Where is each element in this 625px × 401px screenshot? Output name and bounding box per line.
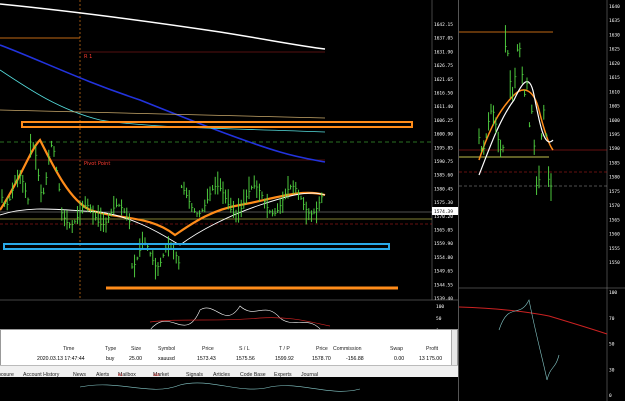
trade-stop-loss: 1575.56 xyxy=(236,356,255,362)
oscillator-red-line xyxy=(149,317,331,327)
trade-open-price: 1573.43 xyxy=(197,356,216,362)
header-current-price[interactable]: Price xyxy=(316,346,328,352)
bottom-oscillator-canvas xyxy=(79,382,361,392)
trade-size: 25.00 xyxy=(129,356,142,362)
right-price-axis-tick-label: 1560 xyxy=(609,232,620,238)
oscillator-axis-tick-label: 100 xyxy=(436,304,444,310)
right-price-axis-tick-label: 1630 xyxy=(609,32,620,38)
price-axis-tick-label: 1642.15 xyxy=(434,22,453,28)
right-price-axis-tick-label: 1590 xyxy=(609,146,620,152)
trade-commission: -156.88 xyxy=(346,356,364,362)
price-axis-tick-label: 1631.90 xyxy=(434,49,453,55)
bottom-oscillator-area xyxy=(0,377,458,401)
right-oscillator-axis-tick-label: 50 xyxy=(609,342,615,348)
trade-time: 2020.03.13 17:47:44 xyxy=(37,356,85,362)
trade-current-price: 1578.70 xyxy=(312,356,331,362)
right-oscillator-axis-tick-label: 70 xyxy=(609,316,615,322)
header-symbol[interactable]: Symbol xyxy=(158,346,175,352)
price-axis-tick-label: 1549.65 xyxy=(434,269,453,275)
price-axis-tick-label: 1554.80 xyxy=(434,255,453,261)
header-size[interactable]: Size xyxy=(131,346,141,352)
right-price-axis-tick-label: 1625 xyxy=(609,47,620,53)
price-axis-tick-label: 1559.90 xyxy=(434,241,453,247)
right-oscillator-cyan-line xyxy=(498,299,560,381)
r1-label: R 1 xyxy=(84,54,92,60)
header-commission[interactable]: Commission xyxy=(333,346,362,352)
right-white-average xyxy=(478,81,554,176)
right-price-axis: 1640 1635 1630 1625 1620 1615 1610 1605 1600 1595… xyxy=(609,4,620,266)
trade-swap: 0.00 xyxy=(394,356,405,362)
right-oscillator-axis-tick-label: 100 xyxy=(609,290,617,296)
price-axis: 1642.15 1637.05 1631.90 1626.75 1621.65 1616.… xyxy=(434,22,453,302)
oscillator-axis-tick-label: 50 xyxy=(436,316,442,322)
price-axis-tick-label: 1595.85 xyxy=(434,145,453,151)
right-oscillator-axis: 100 70 50 30 0 xyxy=(609,290,617,399)
header-time[interactable]: Time xyxy=(63,346,74,352)
secondary-chart-canvas[interactable]: 1640 1635 1630 1625 1620 1615 1610 1605 1600 1595… xyxy=(459,0,625,401)
right-price-axis-tick-label: 1555 xyxy=(609,246,620,252)
bottom-oscillator-line xyxy=(79,382,361,392)
right-orange-average xyxy=(478,89,554,161)
price-axis-tick-label: 1606.25 xyxy=(434,118,453,124)
blue-moving-average xyxy=(0,44,326,163)
price-axis-tick-label: 1616.50 xyxy=(434,91,453,97)
right-price-axis-tick-label: 1570 xyxy=(609,203,620,209)
header-price[interactable]: Price xyxy=(202,346,214,352)
price-axis-tick-label: 1539.40 xyxy=(434,296,453,302)
right-price-axis-tick-label: 1605 xyxy=(609,104,620,110)
price-axis-tick-label: 1621.65 xyxy=(434,77,453,83)
price-axis-tick-label: 1580.45 xyxy=(434,186,453,192)
white-moving-average xyxy=(0,3,326,50)
price-axis-tick-label: 1565.05 xyxy=(434,228,453,234)
trade-take-profit: 1599.92 xyxy=(275,356,294,362)
header-tp[interactable]: T / P xyxy=(279,346,290,352)
trade-type: buy xyxy=(106,356,115,362)
right-price-axis-tick-label: 1585 xyxy=(609,160,620,166)
header-type[interactable]: Type xyxy=(105,346,116,352)
right-price-axis-tick-label: 1565 xyxy=(609,217,620,223)
right-price-bars xyxy=(478,25,553,202)
right-price-axis-tick-label: 1575 xyxy=(609,189,620,195)
secondary-price-chart[interactable]: 1640 1635 1630 1625 1620 1615 1610 1605 1600 1595… xyxy=(458,0,625,401)
price-axis-tick-label: 1575.30 xyxy=(434,200,453,206)
right-price-axis-tick-label: 1635 xyxy=(609,18,620,24)
right-price-axis-tick-label: 1620 xyxy=(609,61,620,67)
price-axis-tick-label: 1637.05 xyxy=(434,36,453,42)
trade-table-header: Time Type Size Symbol Price S / L T / P … xyxy=(1,346,457,356)
right-oscillator-axis-tick-label: 0 xyxy=(609,393,612,399)
price-axis-tick-label: 1626.75 xyxy=(434,63,453,69)
price-axis-tick-label: 1544.55 xyxy=(434,282,453,288)
header-sl[interactable]: S / L xyxy=(239,346,250,352)
price-axis-tick-label: 1585.60 xyxy=(434,173,453,179)
trade-profit: 13 175.00 xyxy=(419,356,443,362)
price-axis-tick-label: 1600.90 xyxy=(434,132,453,138)
right-price-axis-tick-label: 1615 xyxy=(609,75,620,81)
trade-symbol: xauusd xyxy=(158,356,175,362)
right-price-axis-tick-label: 1550 xyxy=(609,260,620,266)
right-price-axis-tick-label: 1595 xyxy=(609,132,620,138)
right-oscillator-axis-tick-label: 30 xyxy=(609,367,615,373)
right-price-axis-tick-label: 1640 xyxy=(609,4,620,10)
blue-support-box[interactable] xyxy=(3,243,390,250)
terminal-tab-strip: posure Account History News Alerts Mailb… xyxy=(0,365,458,378)
header-swap[interactable]: Swap xyxy=(390,346,403,352)
pivot-point-label: Pivot Point xyxy=(84,161,110,167)
price-axis-tick-label: 1590.75 xyxy=(434,159,453,165)
price-axis-tick-label: 1611.40 xyxy=(434,104,453,110)
right-price-axis-tick-label: 1580 xyxy=(609,175,620,181)
price-bars xyxy=(1,133,324,280)
tan-moving-average xyxy=(0,109,326,119)
orange-resistance-box[interactable] xyxy=(21,121,413,128)
current-price-label: 1574.39 xyxy=(434,209,453,215)
right-oscillator-red-line xyxy=(459,306,608,335)
right-price-axis-tick-label: 1600 xyxy=(609,118,620,124)
right-price-axis-tick-label: 1610 xyxy=(609,89,620,95)
header-profit[interactable]: Profit xyxy=(426,346,438,352)
